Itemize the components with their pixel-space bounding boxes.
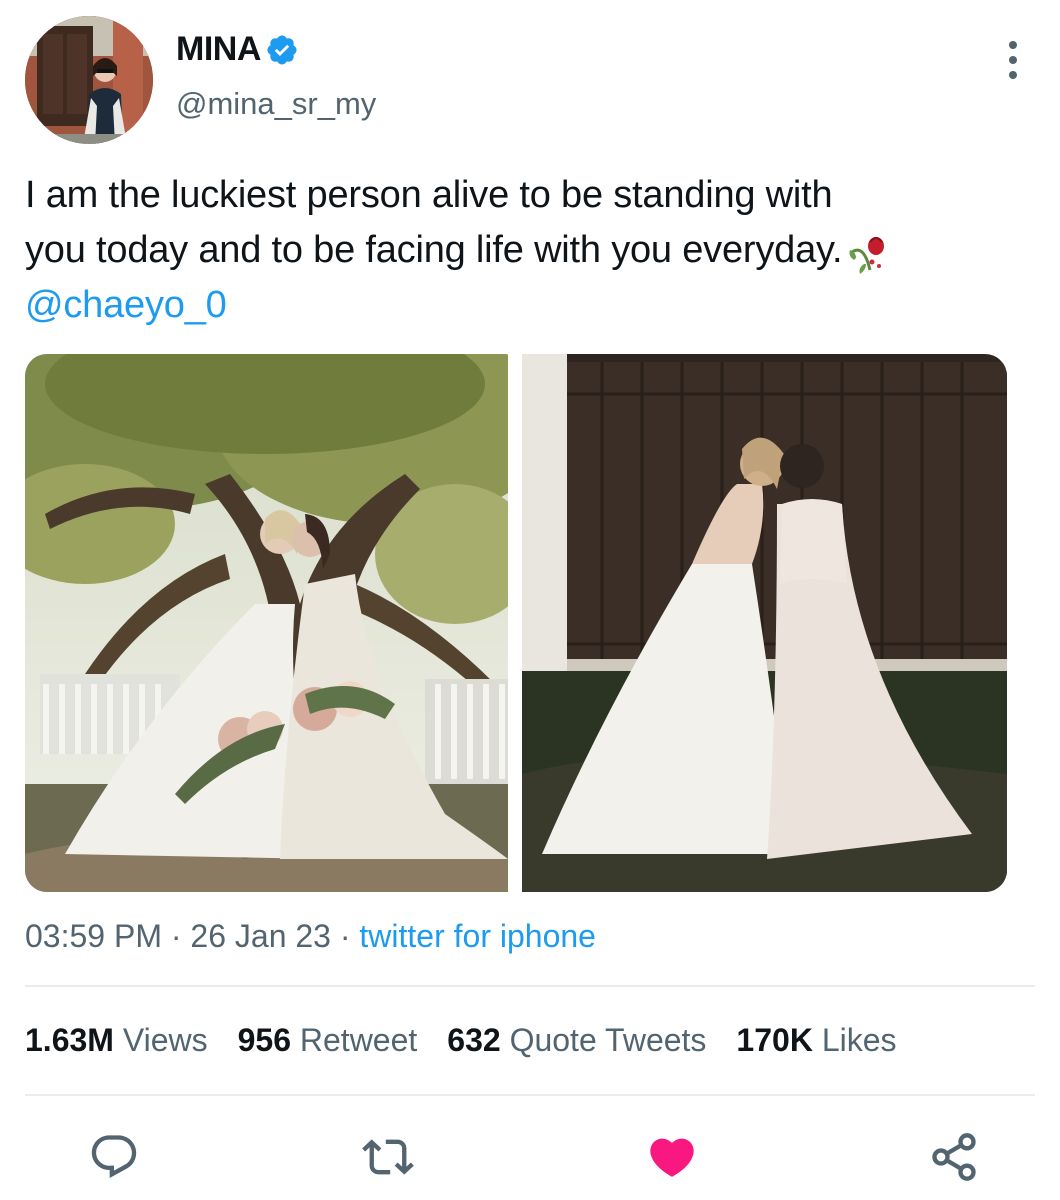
divider-top: [25, 985, 1035, 987]
quotes-count: 632: [447, 1022, 501, 1058]
action-bar: [0, 1115, 1060, 1195]
more-options-icon[interactable]: [1000, 38, 1026, 82]
tweet-date: 26 Jan 23: [190, 918, 331, 954]
views-label: Views: [113, 1022, 208, 1058]
verified-badge-icon: [267, 34, 297, 65]
wilted-rose-emoji-icon: [849, 236, 885, 274]
likes-count: 170K: [736, 1022, 813, 1058]
wedding-photo-barn-door: [522, 354, 1007, 892]
tweet-header: MINA @mina_sr_my: [0, 0, 1060, 150]
tweet-stats: 1.63M Views 956 Retweet 632 Quote Tweets 17…: [25, 1022, 927, 1059]
views-stat[interactable]: 1.63M Views: [25, 1022, 208, 1058]
tweet-text-line-2-row: you today and to be facing life with you…: [25, 223, 1035, 278]
retweets-stat[interactable]: 956 Retweet: [238, 1022, 418, 1058]
reply-icon[interactable]: [88, 1131, 140, 1183]
tweet-photo-1[interactable]: [25, 354, 508, 892]
meta-separator-1: ·: [161, 918, 191, 954]
retweet-icon[interactable]: [362, 1131, 414, 1183]
tweet-time: 03:59 PM: [25, 918, 162, 954]
likes-stat[interactable]: 170K Likes: [736, 1022, 896, 1058]
user-handle[interactable]: @mina_sr_my: [176, 86, 376, 122]
quotes-stat[interactable]: 632 Quote Tweets: [447, 1022, 706, 1058]
likes-label: Likes: [812, 1022, 897, 1058]
avatar[interactable]: [25, 16, 153, 144]
quotes-label: Quote Tweets: [500, 1022, 707, 1058]
share-icon[interactable]: [928, 1131, 980, 1183]
tweet-meta: 03:59 PM · 26 Jan 23 · twitter for iphon…: [25, 918, 596, 955]
tweet-photo-2[interactable]: [522, 354, 1007, 892]
avatar-image: [25, 16, 153, 144]
retweets-label: Retweet: [291, 1022, 418, 1058]
tweet-text: I am the luckiest person alive to be sta…: [25, 168, 1035, 333]
meta-separator-2: ·: [330, 918, 360, 954]
user-name-row: MINA: [176, 30, 299, 69]
tweet-text-line-2: you today and to be facing life with you…: [25, 229, 843, 271]
views-count: 1.63M: [25, 1022, 114, 1058]
display-name[interactable]: MINA: [176, 30, 261, 69]
tweet-text-line-1: I am the luckiest person alive to be sta…: [25, 174, 833, 216]
like-icon[interactable]: [646, 1131, 698, 1183]
retweets-count: 956: [237, 1022, 291, 1058]
mention-link[interactable]: @chaeyo_0: [25, 278, 1035, 333]
divider-bottom: [25, 1094, 1035, 1096]
tweet-source-link[interactable]: twitter for iphone: [359, 918, 596, 954]
wedding-photo-under-tree: [25, 354, 508, 892]
